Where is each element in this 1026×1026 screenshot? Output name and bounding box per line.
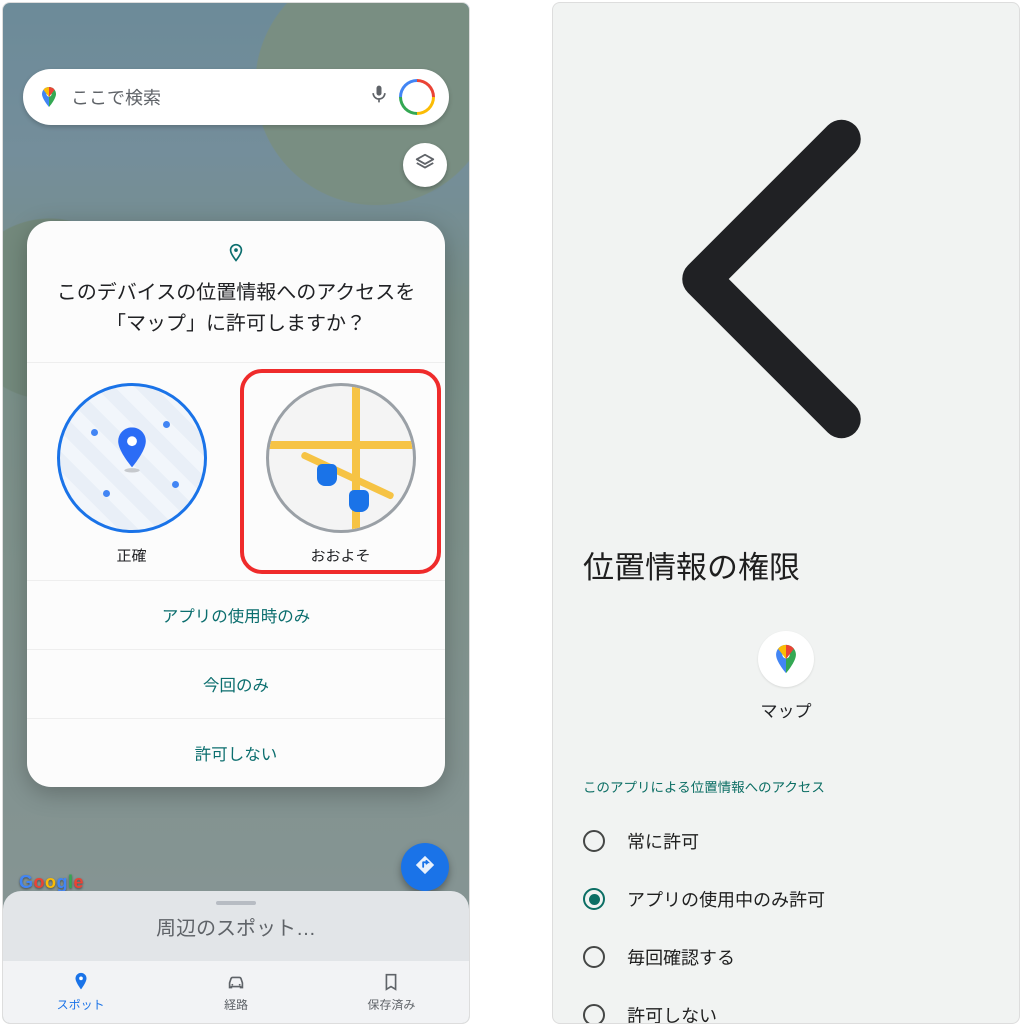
radio-label: 毎回確認する: [627, 944, 735, 970]
radio-allow-while-using[interactable]: アプリの使用中のみ許可: [579, 870, 1005, 928]
radio-icon: [583, 946, 605, 968]
location-pin-icon: [55, 241, 417, 270]
layers-button[interactable]: [403, 143, 447, 187]
layers-icon: [414, 152, 436, 179]
nav-saved-label: 保存済み: [367, 996, 415, 1013]
sheet-title: 周辺のスポット…: [156, 912, 316, 941]
pin-icon: [70, 971, 92, 993]
option-precise-label: 正確: [37, 545, 226, 566]
google-maps-app-icon: [758, 631, 814, 687]
radio-icon: [583, 888, 605, 910]
page-title: 位置情報の権限: [553, 494, 1019, 617]
permission-radio-group: 常に許可 アプリの使用中のみ許可 毎回確認する 許可しない: [553, 812, 1019, 1024]
option-approximate[interactable]: おおよそ: [236, 363, 445, 580]
option-approximate-label: おおよそ: [246, 545, 435, 566]
directions-icon: [414, 854, 436, 881]
directions-fab[interactable]: [401, 843, 449, 891]
map-pin-icon: [113, 427, 151, 478]
action-deny[interactable]: 許可しない: [27, 718, 445, 787]
radio-icon: [583, 830, 605, 852]
action-while-using-app[interactable]: アプリの使用時のみ: [27, 580, 445, 649]
nearby-bottom-sheet[interactable]: 周辺のスポット…: [3, 891, 469, 961]
location-permission-dialog: このデバイスの位置情報へのアクセスを「マップ」に許可しますか？ 正確: [27, 221, 445, 787]
back-button[interactable]: [579, 476, 999, 493]
profile-avatar[interactable]: [399, 79, 435, 115]
microphone-icon[interactable]: [369, 84, 389, 110]
approx-map-thumb: [266, 383, 416, 533]
phone-maps-dialog: ここで検索 このデバイスの位置情報へのアクセスを「マップ」に許可しますか？: [2, 2, 470, 1024]
radio-ask-every-time[interactable]: 毎回確認する: [579, 928, 1005, 986]
radio-label: 許可しない: [627, 1002, 717, 1024]
radio-deny[interactable]: 許可しない: [579, 986, 1005, 1024]
google-watermark: Google: [19, 872, 84, 893]
option-precise[interactable]: 正確: [27, 363, 236, 580]
google-maps-pin-icon: [37, 85, 61, 109]
dialog-title: このデバイスの位置情報へのアクセスを「マップ」に許可しますか？: [55, 278, 417, 340]
action-only-this-time[interactable]: 今回のみ: [27, 649, 445, 718]
section-header: このアプリによる位置情報へのアクセス: [553, 722, 1019, 812]
phone-location-settings: 位置情報の権限 マップ このアプリによる位置情報へのアクセス 常に許可 アプリの…: [552, 2, 1020, 1024]
bookmark-icon: [380, 971, 402, 993]
app-name: マップ: [553, 697, 1019, 722]
car-icon: [225, 971, 247, 993]
screenshot-gap: [470, 0, 552, 1026]
radio-icon: [583, 1004, 605, 1024]
radio-label: 常に許可: [627, 828, 699, 854]
precise-map-thumb: [57, 383, 207, 533]
nav-spot[interactable]: スポット: [3, 961, 158, 1023]
nav-route-label: 経路: [224, 996, 248, 1013]
bottom-nav: スポット 経路 保存済み: [3, 961, 469, 1023]
radio-allow-always[interactable]: 常に許可: [579, 812, 1005, 870]
nav-route[interactable]: 経路: [158, 961, 313, 1023]
nav-spot-label: スポット: [57, 996, 105, 1013]
accuracy-options: 正確 おおよそ: [27, 362, 445, 580]
nav-saved[interactable]: 保存済み: [314, 961, 469, 1023]
radio-label: アプリの使用中のみ許可: [627, 886, 825, 912]
dialog-actions: アプリの使用時のみ 今回のみ 許可しない: [27, 580, 445, 787]
search-bar[interactable]: ここで検索: [23, 69, 449, 125]
app-info: マップ: [553, 631, 1019, 722]
search-placeholder: ここで検索: [71, 84, 359, 110]
